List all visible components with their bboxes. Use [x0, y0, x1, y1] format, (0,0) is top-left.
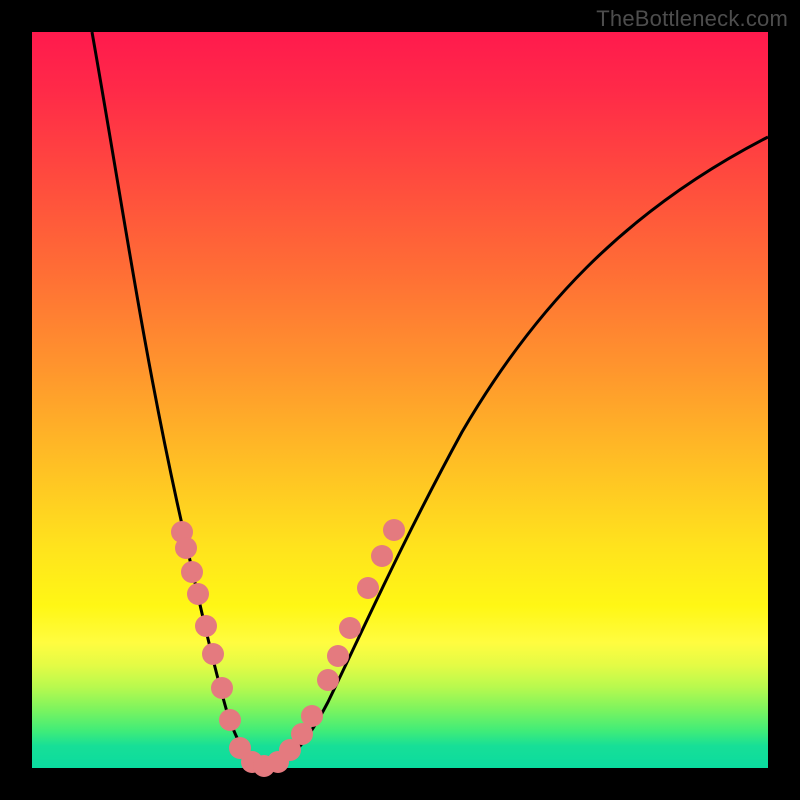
data-point: [202, 643, 224, 665]
watermark-text: TheBottleneck.com: [596, 6, 788, 32]
dots-layer: [171, 519, 405, 777]
data-point: [327, 645, 349, 667]
plot-area: [32, 32, 768, 768]
data-point: [301, 705, 323, 727]
data-point: [195, 615, 217, 637]
bottleneck-curve: [92, 32, 768, 766]
data-point: [357, 577, 379, 599]
data-point: [211, 677, 233, 699]
data-point: [383, 519, 405, 541]
data-point: [371, 545, 393, 567]
data-point: [187, 583, 209, 605]
chart-frame: TheBottleneck.com: [0, 0, 800, 800]
data-point: [339, 617, 361, 639]
data-point: [181, 561, 203, 583]
data-point: [219, 709, 241, 731]
data-point: [317, 669, 339, 691]
data-point: [175, 537, 197, 559]
chart-svg: [32, 32, 768, 768]
